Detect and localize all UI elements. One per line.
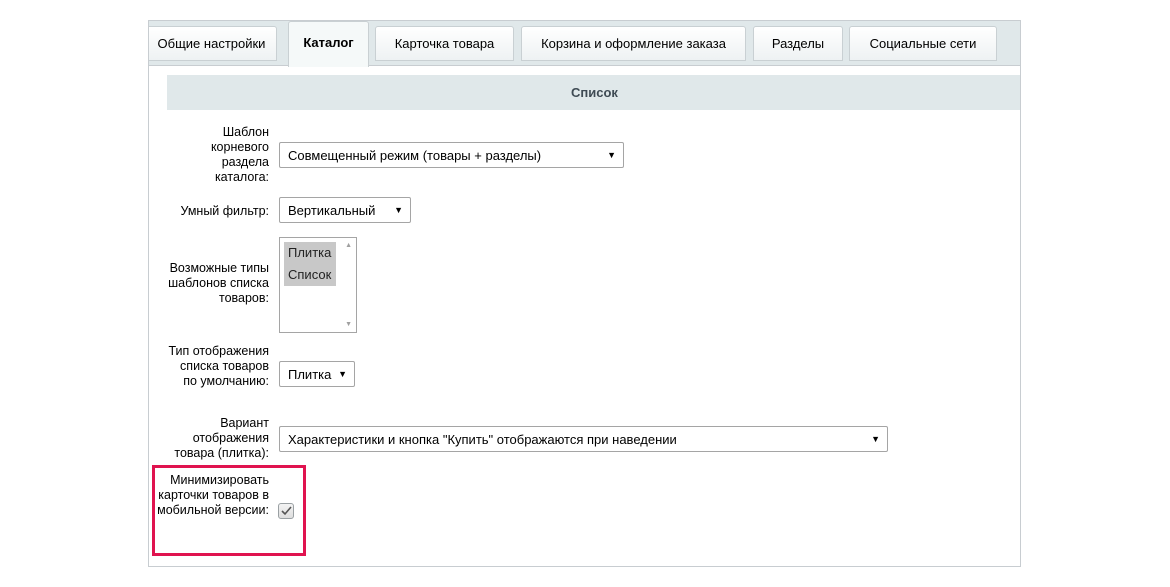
dropdown-arrow-icon: ▼ <box>871 434 880 444</box>
tab-bar: Общие настройки Каталог Карточка товара … <box>149 21 1020 67</box>
dropdown-arrow-icon: ▼ <box>394 205 403 215</box>
section-header: Список <box>167 75 1020 110</box>
root-template-label: Шаблон корневого раздела каталога: <box>210 125 269 184</box>
tab-cart-checkout[interactable]: Корзина и оформление заказа <box>521 26 746 61</box>
root-template-value: Совмещенный режим (товары + разделы) <box>288 147 542 163</box>
tab-general[interactable]: Общие настройки <box>149 26 277 61</box>
scroll-down-icon[interactable]: ▼ <box>345 321 352 328</box>
default-view-select[interactable]: Плитка ▼ <box>279 361 355 387</box>
listbox-option[interactable]: Список <box>284 264 336 286</box>
list-templates-listbox[interactable]: Плитка Список ▲ ▼ <box>279 237 357 333</box>
tile-variant-label: Вариант отображения товара (плитка): <box>174 416 269 460</box>
tab-product-card[interactable]: Карточка товара <box>375 26 514 61</box>
smart-filter-label: Умный фильтр: <box>180 204 269 218</box>
section-title: Список <box>571 85 618 100</box>
tile-variant-select[interactable]: Характеристики и кнопка "Купить" отображ… <box>279 426 888 452</box>
default-view-label: Тип отображения списка товаров по умолча… <box>168 344 269 388</box>
tab-catalog[interactable]: Каталог <box>288 21 369 67</box>
tab-social[interactable]: Социальные сети <box>849 26 997 61</box>
list-templates-label: Возможные типы шаблонов списка товаров: <box>168 261 269 305</box>
scroll-up-icon[interactable]: ▲ <box>345 242 352 249</box>
root-template-select[interactable]: Совмещенный режим (товары + разделы) ▼ <box>279 142 624 168</box>
dropdown-arrow-icon: ▼ <box>607 150 616 160</box>
highlight-frame <box>152 465 306 556</box>
dropdown-arrow-icon: ▼ <box>338 369 347 379</box>
smart-filter-value: Вертикальный <box>288 202 376 218</box>
listbox-option[interactable]: Плитка <box>284 242 336 264</box>
smart-filter-select[interactable]: Вертикальный ▼ <box>279 197 411 223</box>
tile-variant-value: Характеристики и кнопка "Купить" отображ… <box>288 431 677 447</box>
listbox-scrollbar[interactable]: ▲ ▼ <box>340 238 356 332</box>
default-view-value: Плитка <box>288 366 332 382</box>
tab-sections[interactable]: Разделы <box>753 26 843 61</box>
